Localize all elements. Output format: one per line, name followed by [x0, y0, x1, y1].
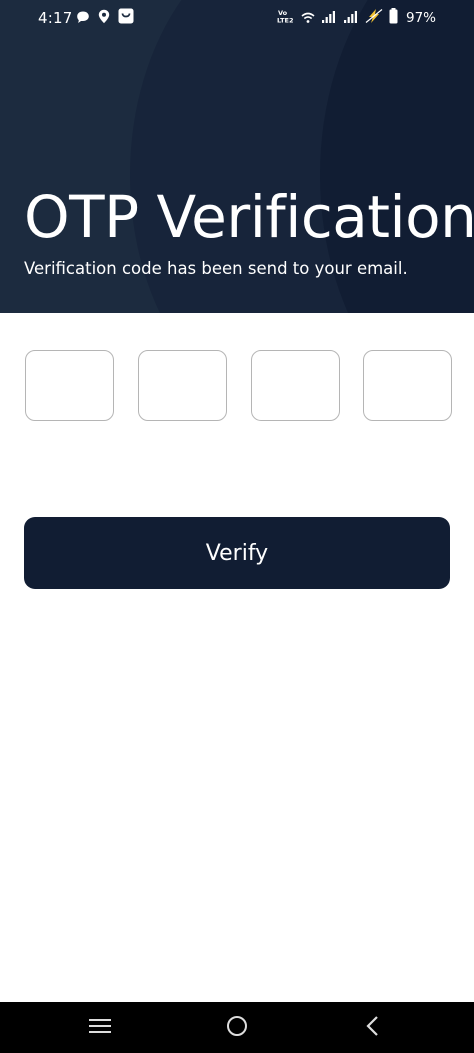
signal-icon: [321, 9, 337, 28]
verify-button[interactable]: Verify: [24, 517, 450, 589]
location-pin-icon: [98, 9, 110, 28]
status-bar: 4:17 Vo LTE2 97%: [0, 0, 474, 36]
chat-bubble-icon: [76, 9, 90, 28]
status-right-icons: Vo LTE2 97%: [277, 8, 436, 28]
wifi-icon: [301, 9, 315, 28]
otp-digit-2-input[interactable]: [138, 350, 227, 421]
shopping-bag-icon: [118, 8, 134, 28]
volte-icon: Vo LTE2: [277, 8, 295, 28]
page-title: OTP Verification: [24, 183, 474, 251]
header: 4:17 Vo LTE2 97% OTP Verification Verifi…: [0, 0, 474, 313]
otp-digit-4-input[interactable]: [363, 350, 452, 421]
home-icon: [225, 1014, 249, 1042]
otp-digit-1-input[interactable]: [25, 350, 114, 421]
back-button[interactable]: [338, 1002, 408, 1053]
charging-icon: [365, 8, 383, 28]
back-icon: [365, 1015, 381, 1041]
battery-icon: [389, 8, 398, 28]
system-navigation-bar: [0, 1002, 474, 1053]
signal-icon: [343, 9, 359, 28]
svg-text:LTE2: LTE2: [277, 17, 293, 25]
status-left-icons: [76, 8, 134, 28]
menu-button[interactable]: [65, 1002, 135, 1053]
otp-input-row: [25, 350, 452, 421]
menu-icon: [88, 1017, 112, 1039]
otp-digit-3-input[interactable]: [251, 350, 340, 421]
page-subtitle: Verification code has been send to your …: [24, 259, 408, 278]
home-button[interactable]: [202, 1002, 272, 1053]
battery-percent: 97%: [405, 10, 436, 26]
status-time: 4:17: [38, 9, 73, 27]
